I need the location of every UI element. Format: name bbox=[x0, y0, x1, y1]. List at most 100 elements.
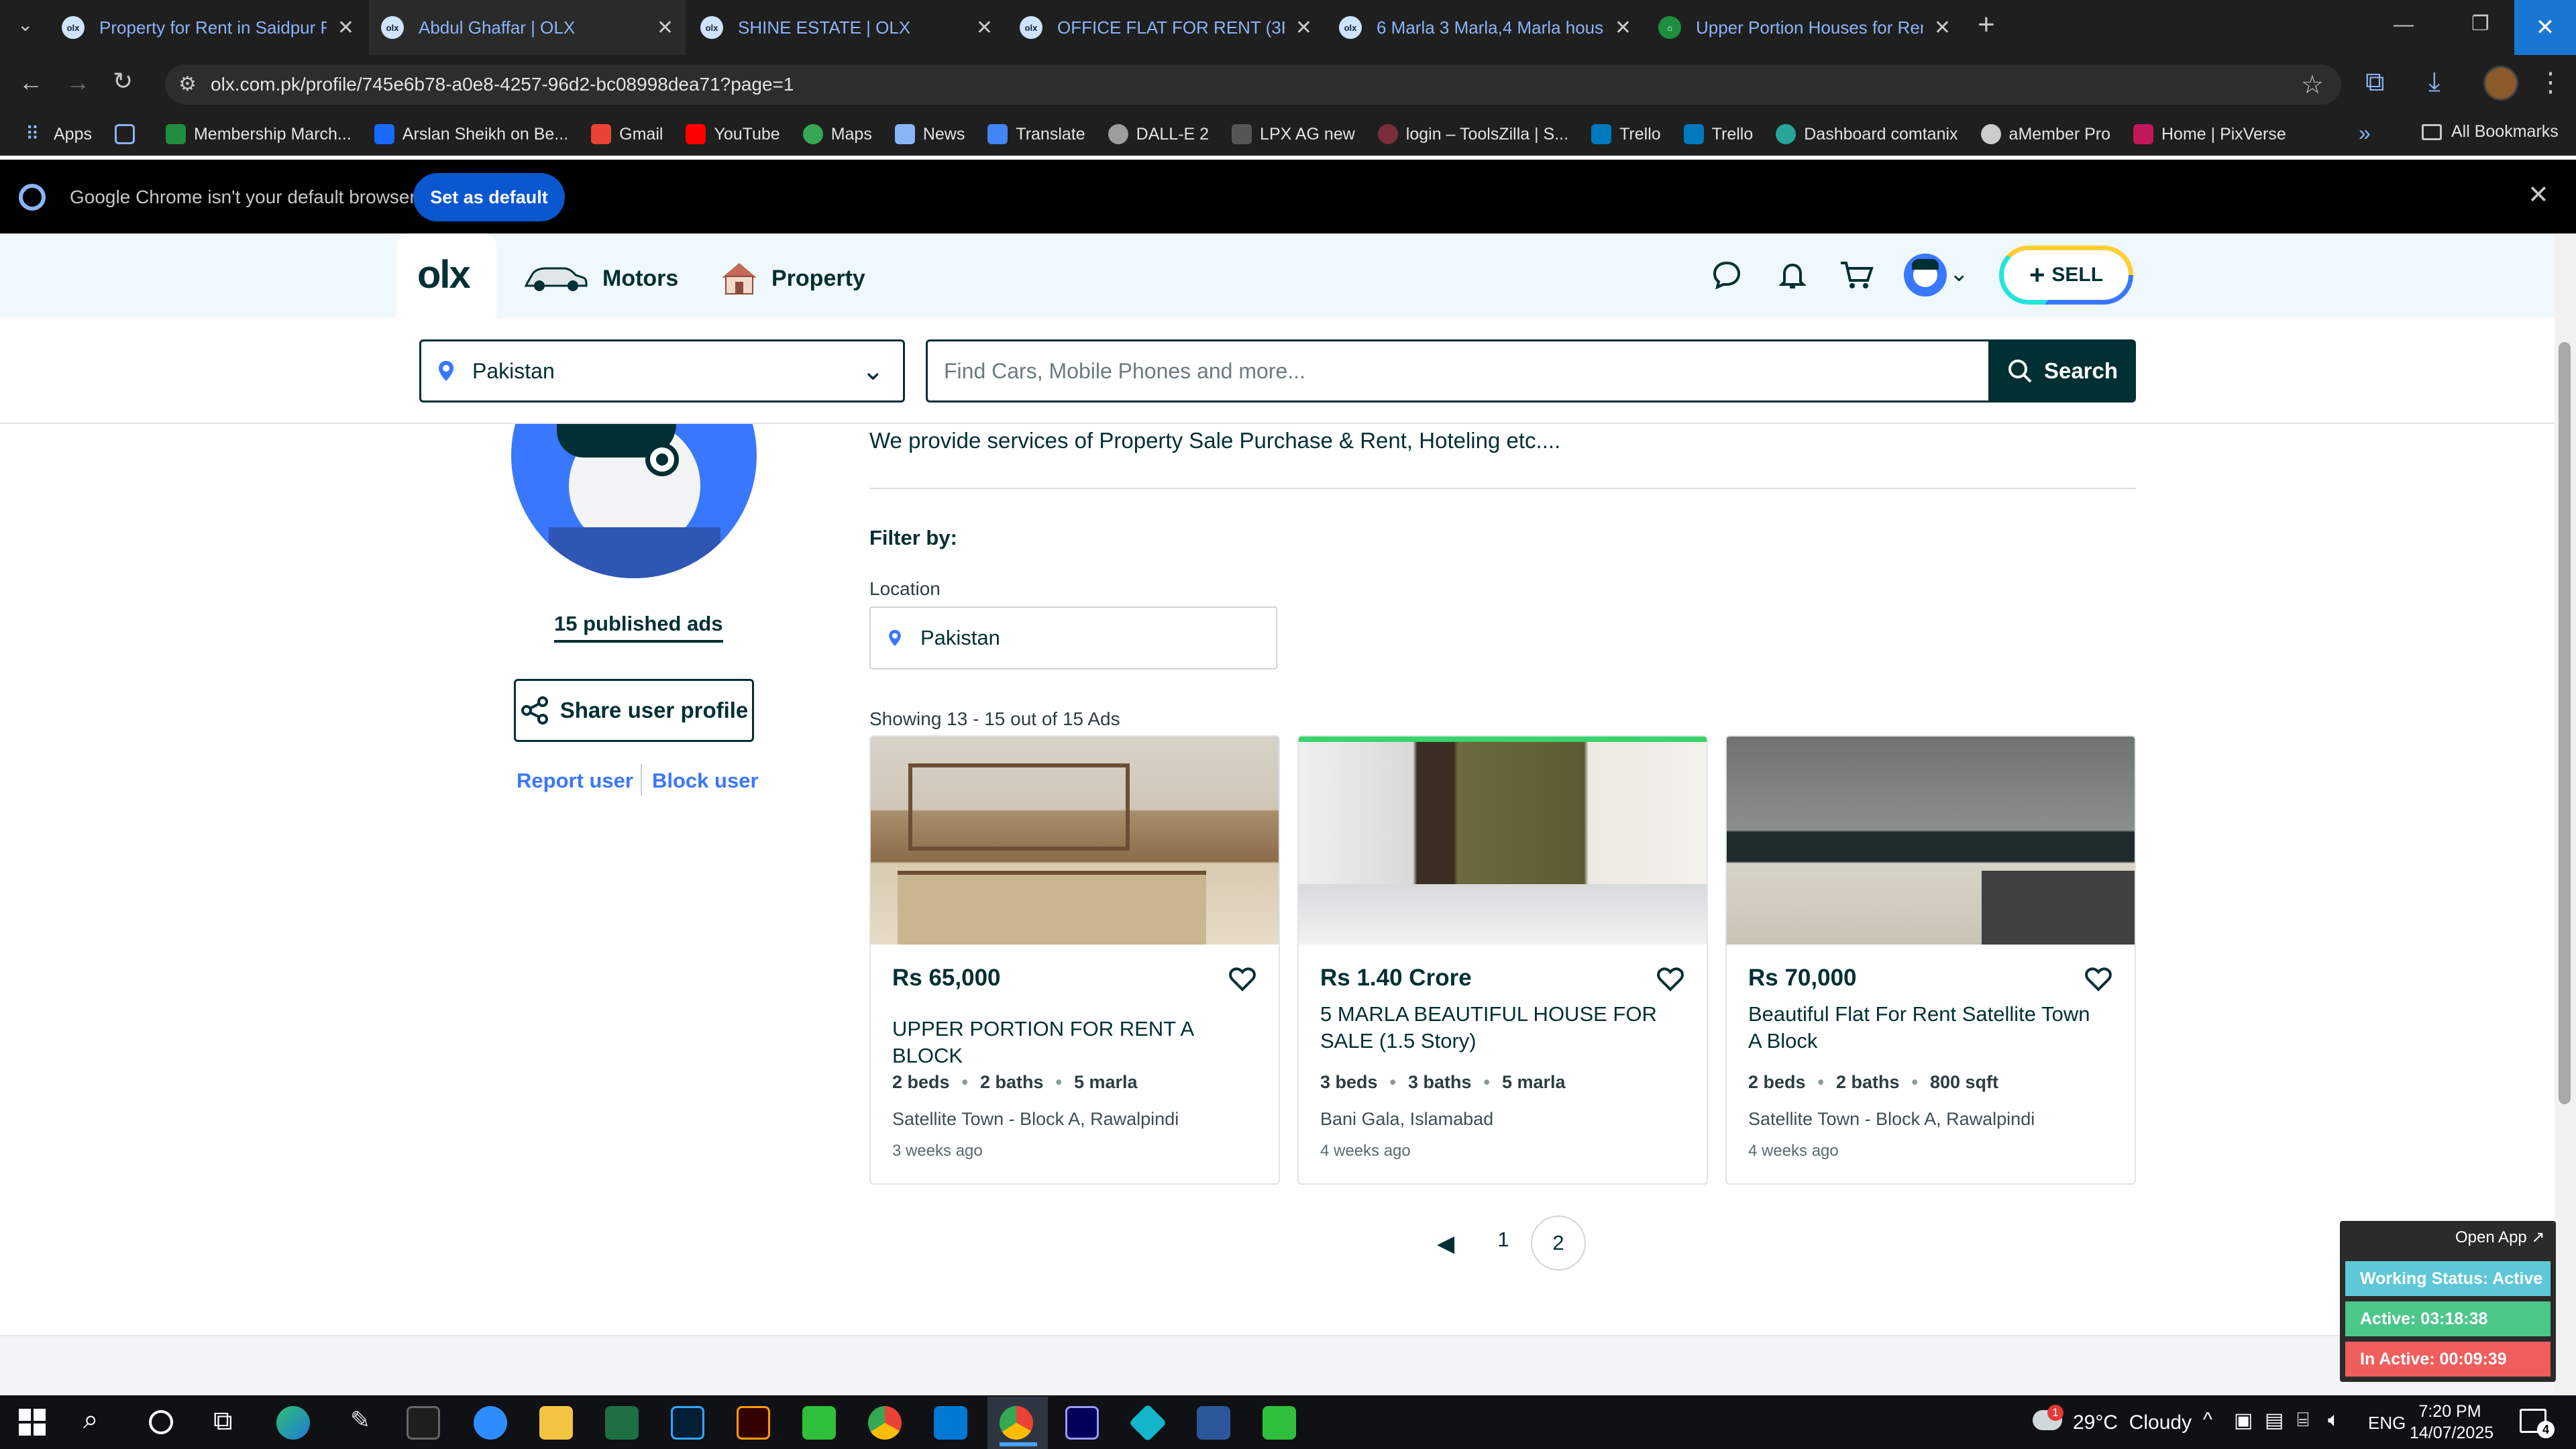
page-2-current[interactable]: 2 bbox=[1531, 1216, 1586, 1271]
favorite-heart-icon[interactable] bbox=[1229, 967, 1256, 991]
profile-avatar[interactable] bbox=[2483, 66, 2518, 101]
location-select[interactable]: Pakistan ⌄ bbox=[419, 339, 905, 402]
task-view-icon[interactable]: ⧉ bbox=[213, 1406, 233, 1436]
extensions-icon[interactable]: ⧉ bbox=[2365, 67, 2385, 97]
browser-tab[interactable]: ⌂ Upper Portion Houses for Rent ✕ bbox=[1646, 0, 1963, 55]
close-tab-icon[interactable]: ✕ bbox=[1934, 16, 1951, 40]
nav-motors[interactable]: Motors bbox=[602, 266, 678, 292]
download-icon[interactable]: ⤓ bbox=[2428, 67, 2440, 97]
olx-logo[interactable]: olx bbox=[417, 256, 471, 294]
bookmark-item[interactable]: News bbox=[894, 124, 965, 144]
open-app-link[interactable]: Open App ↗ bbox=[2455, 1228, 2545, 1247]
illustrator-icon[interactable] bbox=[737, 1406, 770, 1440]
premiere-icon[interactable] bbox=[1065, 1406, 1099, 1440]
reload-icon[interactable]: ↻ bbox=[113, 67, 133, 95]
browser-tab[interactable]: olx Property for Rent in Saidpur Ro ✕ bbox=[50, 0, 366, 55]
bookmark-grid[interactable] bbox=[114, 124, 143, 144]
site-info-icon[interactable]: ⚙ bbox=[178, 72, 197, 96]
bookmark-item[interactable]: aMember Pro bbox=[1980, 124, 2110, 144]
app-green-icon[interactable] bbox=[802, 1406, 836, 1440]
browser-tab[interactable]: olx SHINE ESTATE | OLX ✕ bbox=[688, 0, 1005, 55]
address-bar[interactable]: ⚙ olx.com.pk/profile/745e6b78-a0e8-4257-… bbox=[165, 64, 2341, 105]
bookmark-item[interactable]: YouTube bbox=[686, 124, 780, 144]
browser-tab-active[interactable]: olx Abdul Ghaffar | OLX ✕ bbox=[369, 0, 686, 55]
ad-card[interactable]: Rs 1.40 Crore 5 MARLA BEAUTIFUL HOUSE FO… bbox=[1297, 735, 1708, 1185]
app-green-icon[interactable] bbox=[1263, 1406, 1296, 1440]
vscode-icon[interactable] bbox=[934, 1406, 967, 1440]
sell-button[interactable]: + SELL bbox=[1999, 246, 2133, 305]
bookmark-item[interactable]: Translate bbox=[987, 124, 1085, 144]
forward-icon[interactable]: → bbox=[66, 68, 90, 97]
notification-bell-icon[interactable] bbox=[1776, 259, 1809, 291]
favorite-heart-icon[interactable] bbox=[2085, 967, 2112, 991]
published-ads-link[interactable]: 15 published ads bbox=[554, 612, 723, 643]
weather-text[interactable]: 29°C Cloudy bbox=[2073, 1411, 2192, 1434]
favorite-heart-icon[interactable] bbox=[1657, 967, 1684, 991]
close-tab-icon[interactable]: ✕ bbox=[976, 16, 993, 40]
filter-location-select[interactable]: Pakistan bbox=[869, 606, 1277, 669]
edge-icon[interactable] bbox=[276, 1406, 310, 1440]
chevron-down-icon[interactable]: ⌄ bbox=[1949, 260, 1969, 287]
bookmark-item[interactable]: DALL-E 2 bbox=[1108, 124, 1209, 144]
report-user-link[interactable]: Report user bbox=[517, 769, 633, 793]
bookmark-item[interactable]: Trello bbox=[1683, 124, 1753, 144]
back-icon[interactable]: ← bbox=[19, 68, 43, 97]
bookmark-item[interactable]: Membership March... bbox=[165, 124, 352, 144]
close-window-icon[interactable]: ✕ bbox=[2514, 0, 2576, 55]
tray-app-icon[interactable]: ▤ bbox=[2265, 1409, 2284, 1432]
tray-app-icon[interactable]: ▣ bbox=[2234, 1409, 2253, 1432]
search-input[interactable]: Find Cars, Mobile Phones and more... bbox=[926, 339, 1992, 402]
chrome-active-icon[interactable] bbox=[1000, 1406, 1033, 1440]
network-icon[interactable]: ⌸ bbox=[2297, 1409, 2309, 1432]
scrollbar-thumb[interactable] bbox=[2559, 342, 2571, 1104]
browser-tab[interactable]: olx 6 Marla 3 Marla,4 Marla house ✕ bbox=[1327, 0, 1644, 55]
bookmark-item[interactable]: LPX AG new bbox=[1232, 124, 1355, 144]
bookmark-item[interactable]: login – ToolsZilla | S... bbox=[1377, 124, 1568, 144]
bookmark-item[interactable]: Gmail bbox=[591, 124, 663, 144]
bookmark-apps[interactable]: ⠿ Apps bbox=[25, 124, 92, 144]
tab-search-icon[interactable]: ⌄ bbox=[17, 13, 33, 36]
nav-property[interactable]: Property bbox=[771, 266, 865, 292]
all-bookmarks[interactable]: All Bookmarks bbox=[2422, 122, 2559, 142]
bookmark-item[interactable]: Dashboard comtanix bbox=[1776, 124, 1958, 144]
bookmark-star-icon[interactable]: ☆ bbox=[2301, 70, 2324, 100]
chat-icon[interactable] bbox=[1711, 259, 1743, 291]
minimize-icon[interactable]: — bbox=[2394, 13, 2414, 36]
close-tab-icon[interactable]: ✕ bbox=[337, 16, 354, 40]
ad-card[interactable]: Rs 70,000 Beautiful Flat For Rent Satell… bbox=[1725, 735, 2136, 1185]
bookmark-item[interactable]: Home | PixVerse bbox=[2133, 124, 2286, 144]
close-infobar-icon[interactable]: ✕ bbox=[2528, 180, 2549, 210]
more-bookmarks-icon[interactable]: » bbox=[2359, 121, 2371, 146]
ad-card[interactable]: Rs 65,000 UPPER PORTION FOR RENT A BLOCK… bbox=[869, 735, 1280, 1185]
cart-icon[interactable] bbox=[1839, 259, 1874, 291]
restore-icon[interactable]: ❐ bbox=[2471, 12, 2489, 36]
browser-tab[interactable]: olx OFFICE FLAT FOR RENT (3RD FL ✕ bbox=[1008, 0, 1324, 55]
excel-icon[interactable] bbox=[605, 1406, 639, 1440]
windows-start-icon[interactable] bbox=[19, 1409, 46, 1436]
photoshop-icon[interactable] bbox=[671, 1406, 704, 1440]
set-as-default-button[interactable]: Set as default bbox=[413, 173, 565, 221]
block-user-link[interactable]: Block user bbox=[652, 769, 759, 793]
previous-page-icon[interactable]: ◀ bbox=[1437, 1230, 1454, 1257]
page-1[interactable]: 1 bbox=[1493, 1228, 1513, 1252]
share-profile-button[interactable]: Share user profile bbox=[514, 679, 754, 742]
terminal-icon[interactable] bbox=[407, 1406, 440, 1440]
chrome-icon[interactable] bbox=[868, 1406, 902, 1440]
word-icon[interactable] bbox=[1197, 1406, 1230, 1440]
zoom-icon[interactable] bbox=[474, 1406, 507, 1440]
search-icon[interactable]: ⌕ bbox=[83, 1405, 98, 1435]
menu-icon[interactable]: ⋮ bbox=[2537, 67, 2564, 98]
close-tab-icon[interactable]: ✕ bbox=[1615, 16, 1631, 40]
file-explorer-icon[interactable] bbox=[539, 1406, 573, 1440]
search-button[interactable]: Search bbox=[1988, 339, 2136, 402]
language-indicator[interactable]: ENG bbox=[2368, 1413, 2406, 1434]
cortana-icon[interactable] bbox=[149, 1410, 173, 1434]
bookmark-item[interactable]: Arslan Sheikh on Be... bbox=[374, 124, 568, 144]
close-tab-icon[interactable]: ✕ bbox=[1295, 16, 1312, 40]
volume-icon[interactable]: 🔈︎ bbox=[2328, 1409, 2340, 1432]
clock[interactable]: 7:20 PM 14/07/2025 bbox=[2410, 1401, 2493, 1444]
new-tab-icon[interactable]: + bbox=[1978, 8, 1995, 42]
chevron-up-icon[interactable]: ^ bbox=[2203, 1409, 2212, 1432]
pen-icon[interactable]: ✎ bbox=[343, 1406, 377, 1440]
bookmark-item[interactable]: Trello bbox=[1591, 124, 1661, 144]
